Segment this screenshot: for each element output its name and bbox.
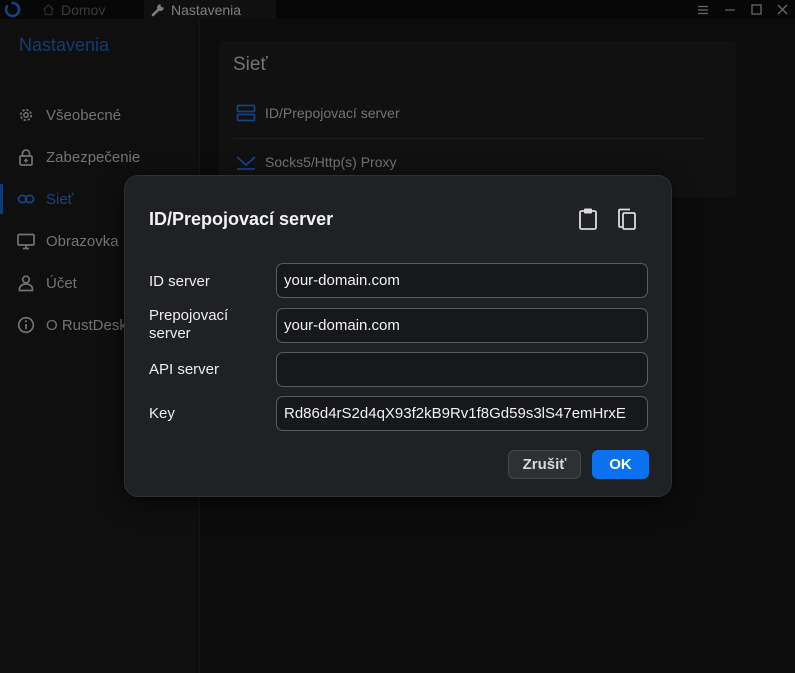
- relay-server-label: Prepojovací server: [149, 307, 229, 342]
- key-input[interactable]: [276, 396, 648, 431]
- dialog-title: ID/Prepojovací server: [149, 209, 334, 229]
- relay-server-input[interactable]: [276, 308, 648, 343]
- copy-button[interactable]: [615, 206, 639, 232]
- clipboard-icon: [579, 208, 597, 230]
- api-server-label: API server: [149, 361, 220, 378]
- cancel-button[interactable]: Zrušiť: [508, 450, 581, 479]
- ok-button[interactable]: OK: [592, 450, 649, 479]
- key-label: Key: [149, 405, 175, 422]
- id-relay-server-dialog: ID/Prepojovací server ID server Prepojov…: [124, 175, 672, 497]
- api-server-input[interactable]: [276, 352, 648, 387]
- paste-button[interactable]: [576, 206, 600, 232]
- id-server-input[interactable]: [276, 263, 648, 298]
- id-server-label: ID server: [149, 273, 210, 290]
- copy-icon: [618, 208, 636, 230]
